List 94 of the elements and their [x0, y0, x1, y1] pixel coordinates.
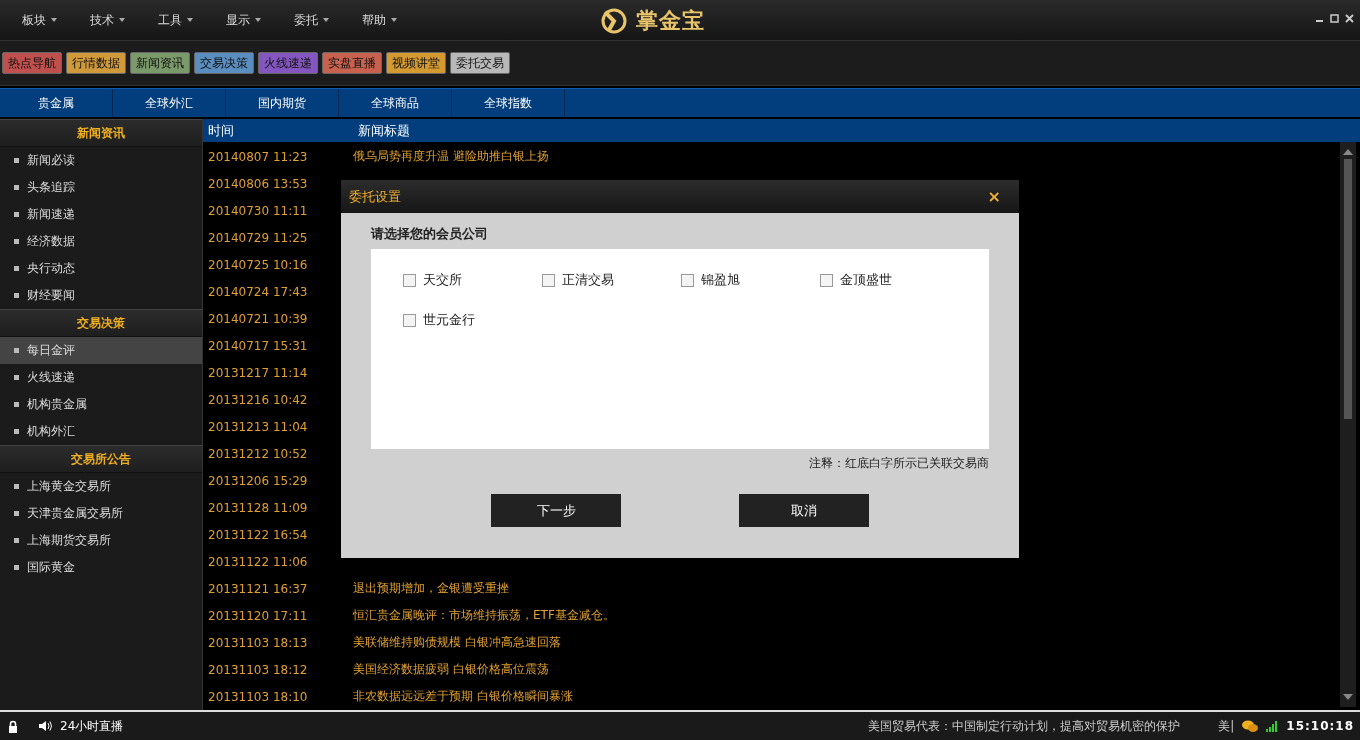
news-title-link[interactable]: 退出预期增加，金银遭受重挫 — [353, 580, 509, 597]
dialog-prompt: 请选择您的会员公司 — [371, 225, 488, 243]
sidebar-item[interactable]: 央行动态 — [0, 255, 202, 282]
sidebar-item[interactable]: 火线速递 — [0, 364, 202, 391]
company-checkbox[interactable]: 金顶盛世 — [820, 260, 959, 300]
sidebar-item[interactable]: 经济数据 — [0, 228, 202, 255]
menu-item[interactable]: 技术 — [68, 11, 136, 29]
news-time: 20131217 11:14 — [207, 365, 309, 380]
news-title-link[interactable]: 非农数据远远差于预期 白银价格瞬间暴涨 — [353, 688, 573, 705]
sidebar-section-header: 新闻资讯 — [0, 119, 202, 147]
company-checkbox[interactable]: 正清交易 — [542, 260, 681, 300]
toolbar-button[interactable]: 热点导航 — [2, 52, 62, 74]
company-checkbox[interactable]: 世元金行 — [403, 300, 542, 340]
news-time: 20131121 16:37 — [207, 581, 309, 596]
toolbar-button[interactable]: 委托交易 — [450, 52, 510, 74]
news-title-link[interactable]: 俄乌局势再度升温 避险助推白银上扬 — [353, 148, 549, 165]
toolbar-button[interactable]: 火线速递 — [258, 52, 318, 74]
caret-icon — [119, 18, 125, 22]
news-time: 20140806 13:53 — [207, 176, 309, 191]
column-header: 时间 — [207, 121, 235, 140]
sidebar-item[interactable]: 每日金评 — [0, 337, 202, 364]
logo-icon — [600, 8, 628, 34]
speaker-icon[interactable] — [38, 720, 52, 732]
toolbar-button[interactable]: 实盘直播 — [322, 52, 382, 74]
market-tab[interactable]: 全球外汇 — [113, 89, 226, 117]
news-title-link[interactable]: 恒汇贵金属晚评：市场维持振荡，ETF基金减仓。 — [353, 607, 615, 624]
clock-time: 15:10:18 — [1286, 719, 1354, 733]
news-title-link[interactable]: 美联储维持购债规模 白银冲高急速回落 — [353, 634, 561, 651]
toolbar-button[interactable]: 新闻资讯 — [130, 52, 190, 74]
close-icon[interactable] — [1345, 14, 1354, 23]
news-time: 20131212 10:52 — [207, 446, 309, 461]
news-time: 20131216 10:42 — [207, 392, 309, 407]
news-time: 20131120 17:11 — [207, 608, 309, 623]
news-time: 20131122 16:54 — [207, 527, 309, 542]
sidebar-item[interactable]: 国际黄金 — [0, 554, 202, 581]
news-time: 20140730 11:11 — [207, 203, 309, 218]
news-ticker: 美| — [1218, 717, 1235, 735]
menu-item[interactable]: 帮助 — [340, 11, 408, 29]
chat-icon[interactable] — [1242, 719, 1259, 733]
news-time: 20131103 18:12 — [207, 662, 309, 677]
dialog-title: 委托设置 — [349, 187, 401, 206]
live-broadcast-label[interactable]: 24小时直播 — [60, 717, 124, 735]
menu-item[interactable]: 委托 — [272, 11, 340, 29]
caret-icon — [51, 18, 57, 22]
sidebar-item[interactable]: 上海期货交易所 — [0, 527, 202, 554]
sidebar-item[interactable]: 新闻必读 — [0, 147, 202, 174]
caret-icon — [323, 18, 329, 22]
market-tab[interactable]: 贵金属 — [0, 89, 113, 117]
maximize-icon[interactable] — [1330, 14, 1339, 23]
dialog-button[interactable]: 取消 — [739, 494, 869, 527]
close-button[interactable]: × — [983, 187, 1005, 206]
sidebar-item[interactable]: 天津贵金属交易所 — [0, 500, 202, 527]
dialog-note: 注释：红底白字所示已关联交易商 — [808, 455, 989, 472]
news-title-link[interactable]: 美国经济数据疲弱 白银价格高位震荡 — [353, 661, 549, 678]
market-tab[interactable]: 国内期货 — [226, 89, 339, 117]
signal-icon — [1266, 720, 1279, 732]
dialog-button[interactable]: 下一步 — [491, 494, 621, 527]
news-time: 20131103 18:10 — [207, 689, 309, 704]
company-checkbox[interactable]: 天交所 — [403, 260, 542, 300]
company-checkbox[interactable]: 锦盈旭 — [681, 260, 820, 300]
news-time: 20140721 10:39 — [207, 311, 309, 326]
toolbar-button[interactable]: 行情数据 — [66, 52, 126, 74]
lock-icon[interactable] — [8, 719, 18, 733]
news-time: 20131206 15:29 — [207, 473, 309, 488]
news-time: 20140807 11:23 — [207, 149, 309, 164]
sidebar-item[interactable]: 上海黄金交易所 — [0, 473, 202, 500]
caret-icon — [255, 18, 261, 22]
news-ticker: 美国贸易代表：中国制定行动计划，提高对贸易机密的保护 — [868, 717, 1181, 735]
sidebar-item[interactable]: 机构外汇 — [0, 418, 202, 445]
sidebar-item[interactable]: 机构贵金属 — [0, 391, 202, 418]
caret-icon — [391, 18, 397, 22]
news-time: 20131128 11:09 — [207, 500, 309, 515]
news-time: 20140725 10:16 — [207, 257, 309, 272]
market-tab[interactable]: 全球商品 — [339, 89, 452, 117]
news-time: 20140729 11:25 — [207, 230, 309, 245]
sidebar-section-header: 交易决策 — [0, 309, 202, 337]
market-tab[interactable]: 全球指数 — [452, 89, 565, 117]
toolbar-button[interactable]: 视频讲堂 — [386, 52, 446, 74]
app-title: 掌金宝 — [636, 7, 705, 35]
toolbar-button[interactable]: 交易决策 — [194, 52, 254, 74]
column-header: 新闻标题 — [358, 121, 410, 140]
sidebar-item[interactable]: 新闻速递 — [0, 201, 202, 228]
news-time: 20131103 18:13 — [207, 635, 309, 650]
menu-item[interactable]: 显示 — [204, 11, 272, 29]
news-time: 20131213 11:04 — [207, 419, 309, 434]
news-time: 20140717 15:31 — [207, 338, 309, 353]
menu-item[interactable]: 板块 — [0, 11, 68, 29]
news-time: 20140724 17:43 — [207, 284, 309, 299]
sidebar-section-header: 交易所公告 — [0, 445, 202, 473]
sidebar-item[interactable]: 财经要闻 — [0, 282, 202, 309]
caret-icon — [187, 18, 193, 22]
sidebar-item[interactable]: 头条追踪 — [0, 174, 202, 201]
news-time: 20131122 11:06 — [207, 554, 309, 569]
menu-item[interactable]: 工具 — [136, 11, 204, 29]
